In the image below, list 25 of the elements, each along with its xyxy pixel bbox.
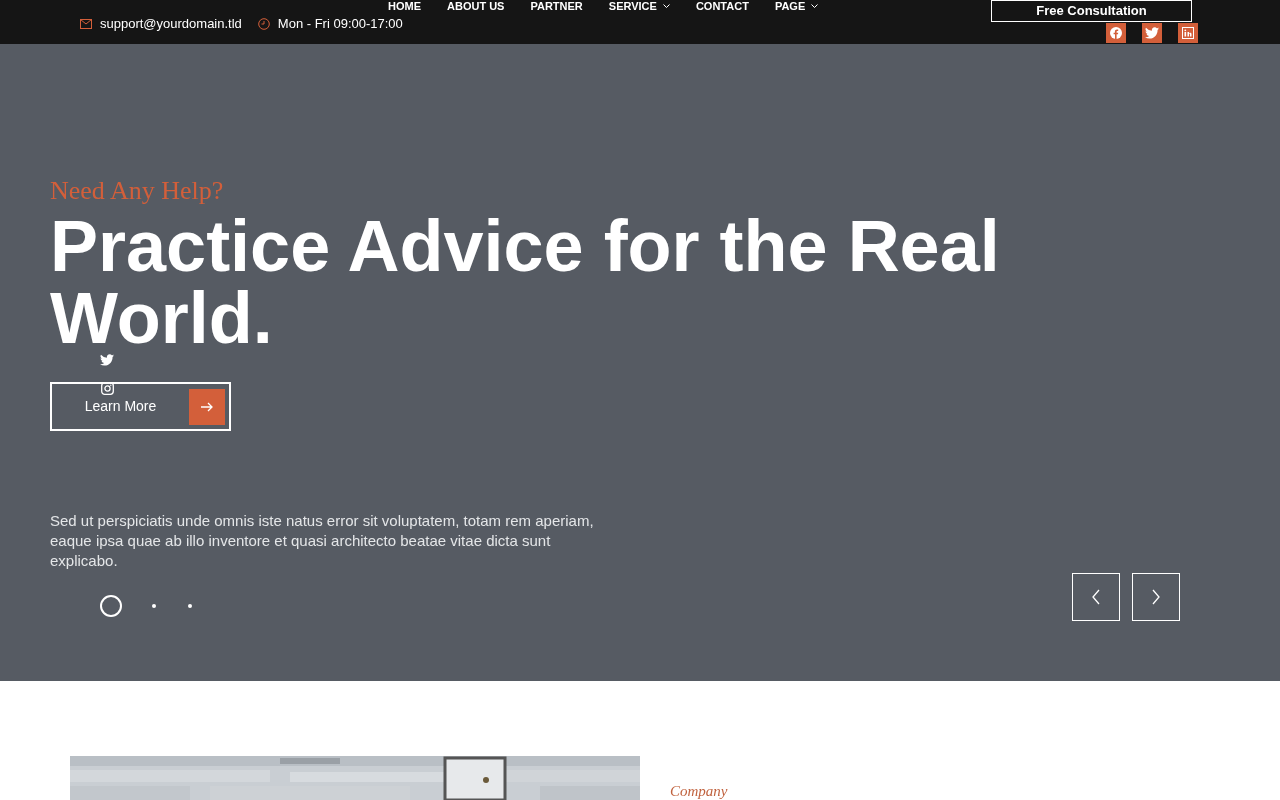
nav-link[interactable]: PARTNER xyxy=(530,0,583,12)
nav-link[interactable]: HOME xyxy=(388,0,421,12)
chevron-left-icon xyxy=(1091,589,1101,605)
hero-title: Practice Advice for the Real World. xyxy=(50,210,1001,354)
bird-icon[interactable] xyxy=(100,353,114,367)
previous-button[interactable] xyxy=(1072,573,1120,621)
hero-kicker: Need Any Help? xyxy=(50,176,225,206)
hero-paragraph: Sed ut perspiciatis unde omnis iste natus error sit voluptatem, totam rem aperiam, eaque ipsa quae ab illo inventore et quasi architecto beatae vitae dicta sunt explicabo. xyxy=(50,511,595,571)
clock-icon xyxy=(257,17,270,30)
next-button[interactable] xyxy=(1132,573,1180,621)
nav-link[interactable]: CONTACT xyxy=(695,0,749,12)
envelope-icon xyxy=(80,18,92,29)
camera-icon[interactable] xyxy=(100,381,114,395)
email-text: support@yourdomain.tld xyxy=(100,15,242,33)
nav-link[interactable]: ABOUT US xyxy=(447,0,505,12)
consultation-button[interactable]: Free Consultation xyxy=(991,0,1192,22)
linkedin-icon[interactable] xyxy=(1178,23,1198,43)
bird-icon[interactable] xyxy=(1142,23,1162,43)
facebook-icon[interactable] xyxy=(1106,23,1126,43)
nav-link[interactable]: SERVICE xyxy=(608,0,670,12)
section-kicker: Company xyxy=(670,782,728,800)
hours-text: Mon - Fri 09:00-17:00 xyxy=(277,15,403,33)
learn-more-button[interactable]: Learn More xyxy=(50,382,231,431)
nav-link[interactable]: PAGE xyxy=(774,0,819,12)
chevron-right-icon xyxy=(1151,589,1161,605)
